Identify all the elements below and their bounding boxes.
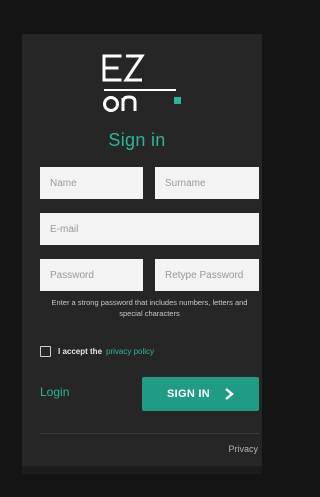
chevron-right-icon [224,388,234,400]
email-field[interactable] [40,213,259,245]
privacy-policy-link[interactable]: privacy policy [106,347,154,356]
accept-text: I accept the [58,347,103,356]
surname-field[interactable] [155,167,259,199]
password-field[interactable] [40,259,143,291]
password-hint: Enter a strong password that includes nu… [51,298,248,318]
accept-privacy-checkbox[interactable] [40,346,51,357]
login-link[interactable]: Login [40,385,69,399]
sign-in-button[interactable]: SIGN IN [142,377,259,411]
privacy-link[interactable]: Privacy [228,444,258,454]
name-field[interactable] [40,167,143,199]
panel-bottom-edge [22,466,262,474]
accept-label: I accept the privacy policy [58,347,154,356]
footer-divider [40,433,259,434]
ezon-logo [86,52,196,112]
page-title: Sign in [108,130,166,150]
sign-in-label: SIGN IN [166,388,211,400]
retype-password-field[interactable] [155,259,259,291]
